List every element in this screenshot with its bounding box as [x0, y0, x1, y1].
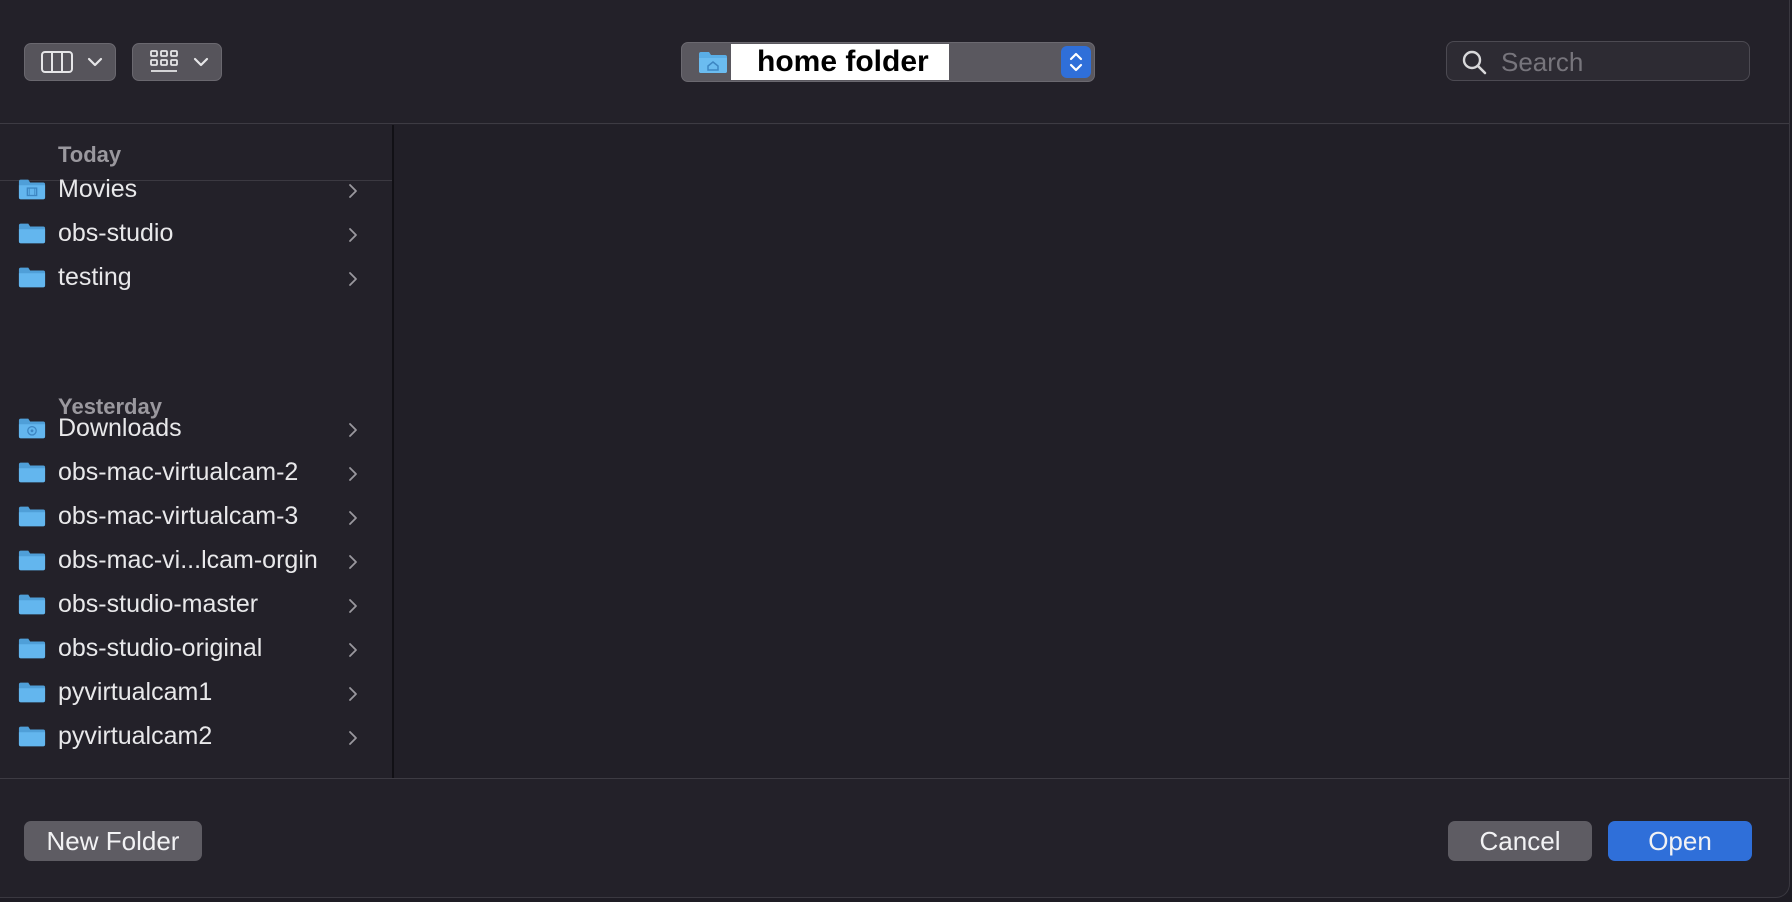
group-by-button[interactable] — [132, 43, 222, 81]
folder-name: obs-mac-virtualcam-2 — [58, 458, 299, 486]
folder-name: obs-studio-master — [58, 590, 259, 618]
preview-pane — [394, 125, 1789, 778]
folder-row[interactable]: Downloads — [0, 408, 392, 452]
folder-name: obs-studio-original — [58, 634, 263, 662]
folder-row[interactable]: obs-studio — [0, 213, 392, 257]
folder-name: Downloads — [58, 414, 182, 442]
folder-name: obs-mac-vi...lcam-orgin — [58, 546, 318, 574]
dialog-footer: New Folder Cancel Open — [0, 778, 1789, 897]
folder-row[interactable]: Movies — [0, 169, 392, 213]
folder-name: obs-studio — [58, 219, 174, 247]
folder-icon — [18, 504, 46, 533]
chevron-right-icon — [348, 686, 358, 707]
folder-icon — [18, 592, 46, 621]
chevron-right-icon — [348, 227, 358, 248]
chevron-right-icon — [348, 642, 358, 663]
chevron-right-icon — [348, 422, 358, 443]
open-button[interactable]: Open — [1608, 821, 1752, 861]
search-field[interactable] — [1446, 41, 1750, 81]
chevron-right-icon — [348, 598, 358, 619]
movies-folder-icon — [18, 177, 46, 206]
folder-name: Movies — [58, 175, 138, 203]
chevron-down-icon — [87, 57, 103, 67]
chevron-right-icon — [348, 510, 358, 531]
folder-name: pyvirtualcam1 — [58, 678, 213, 706]
folder-icon — [18, 221, 46, 250]
folder-icon — [18, 724, 46, 753]
grid-icon — [149, 49, 179, 75]
folder-icon — [18, 265, 46, 294]
file-list-column[interactable]: Today Movies obs-studio testing Yesterday Dow… — [0, 125, 394, 778]
search-icon — [1461, 49, 1487, 80]
up-down-stepper-icon[interactable] — [1061, 46, 1091, 78]
cancel-button[interactable]: Cancel — [1448, 821, 1592, 861]
folder-row[interactable]: obs-studio-original — [0, 628, 392, 672]
folder-row[interactable]: testing — [0, 257, 392, 301]
toolbar: home folder — [0, 0, 1789, 124]
path-popup-button[interactable]: home folder — [681, 42, 1095, 82]
open-file-dialog: home folder Today Movies obs-studio testing… — [0, 0, 1790, 898]
search-input[interactable] — [1499, 45, 1743, 79]
folder-icon — [18, 680, 46, 709]
chevron-down-icon — [193, 57, 209, 67]
chevron-right-icon — [348, 554, 358, 575]
folder-row[interactable]: obs-mac-virtualcam-2 — [0, 452, 392, 496]
folder-row[interactable]: pyvirtualcam2 — [0, 716, 392, 760]
folder-row[interactable]: obs-mac-vi...lcam-orgin — [0, 540, 392, 584]
new-folder-button[interactable]: New Folder — [24, 821, 202, 861]
folder-row[interactable]: obs-studio-master — [0, 584, 392, 628]
chevron-right-icon — [348, 730, 358, 751]
folder-icon — [18, 636, 46, 665]
columns-icon — [41, 51, 73, 73]
section-heading: Today — [58, 142, 122, 167]
folder-icon — [18, 460, 46, 489]
home-folder-icon — [698, 50, 728, 79]
folder-name: testing — [58, 263, 132, 291]
chevron-right-icon — [348, 271, 358, 292]
folder-row[interactable]: pyvirtualcam1 — [0, 672, 392, 716]
path-label: home folder — [731, 44, 949, 80]
folder-row[interactable]: obs-mac-virtualcam-3 — [0, 496, 392, 540]
folder-name: obs-mac-virtualcam-3 — [58, 502, 299, 530]
folder-icon — [18, 548, 46, 577]
view-mode-button[interactable] — [24, 43, 116, 81]
folder-name: pyvirtualcam2 — [58, 722, 213, 750]
chevron-right-icon — [348, 183, 358, 204]
chevron-right-icon — [348, 466, 358, 487]
downloads-folder-icon — [18, 416, 46, 445]
